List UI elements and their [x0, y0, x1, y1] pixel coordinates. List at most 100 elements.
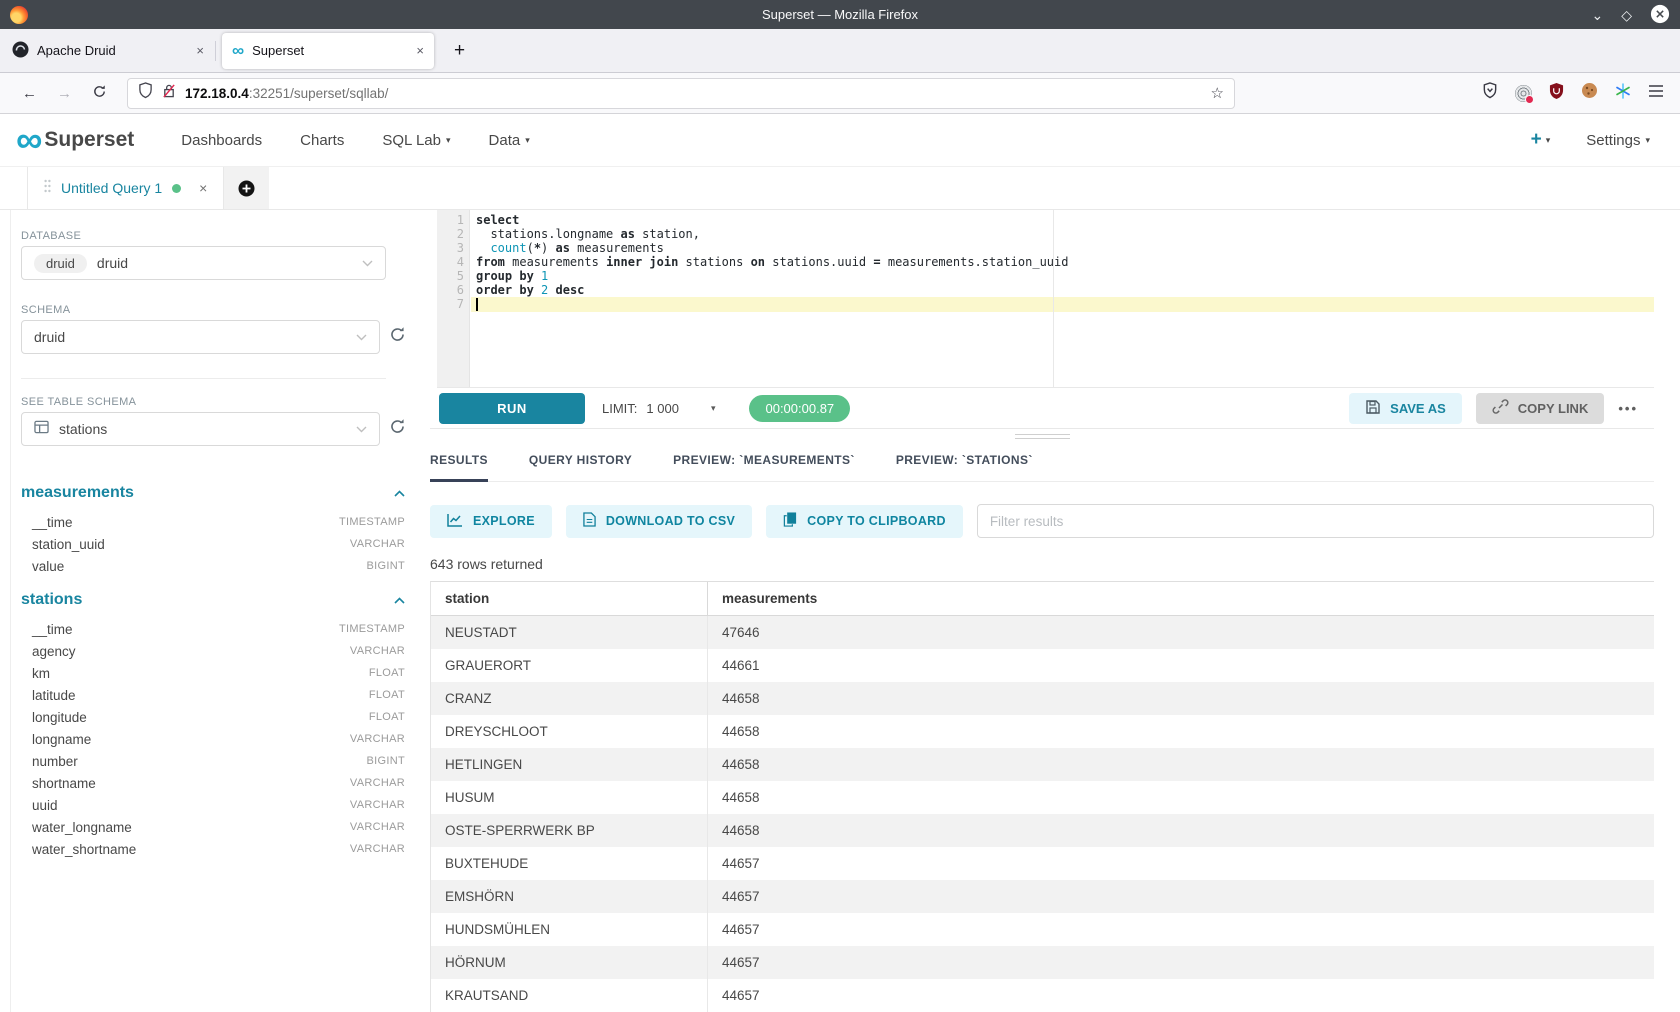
chevron-down-icon: ▾ [711, 403, 716, 414]
cell-measurements: 44661 [708, 649, 1654, 682]
tab-preview-measurements[interactable]: PREVIEW: `MEASUREMENTS` [673, 453, 855, 482]
tab-results[interactable]: RESULTS [430, 453, 488, 482]
editor-code[interactable]: select stations.longname as station, cou… [470, 210, 1654, 387]
chevron-down-icon [362, 260, 373, 267]
save-as-button[interactable]: SAVE AS [1349, 393, 1462, 424]
query-tab-untitled-query-1[interactable]: Untitled Query 1 × [27, 167, 224, 209]
cell-measurements: 47646 [708, 616, 1654, 649]
table-row[interactable]: CRANZ44658 [431, 682, 1654, 715]
column-row: water_longnameVARCHAR [21, 816, 405, 838]
column-type: VARCHAR [350, 843, 405, 855]
drag-grip-icon [44, 179, 51, 198]
browser-urlbar: ← → 172.18.0.4:32251/superset/sqllab/ ☆ [0, 73, 1680, 114]
table-row[interactable]: KRAUTSAND44657 [431, 979, 1654, 1012]
back-button[interactable]: ← [22, 85, 37, 102]
cell-station: HUSUM [431, 781, 708, 814]
add-query-tab-button[interactable] [224, 167, 269, 209]
superset-favicon-icon: ∞ [232, 42, 244, 59]
window-maximize-icon[interactable]: ◇ [1621, 8, 1632, 22]
table-row[interactable]: GRAUERORT44661 [431, 649, 1654, 682]
cell-measurements: 44658 [708, 814, 1654, 847]
table-row[interactable]: OSTE-SPERRWERK BP44658 [431, 814, 1654, 847]
column-name: shortname [32, 776, 96, 791]
column-type: VARCHAR [350, 538, 405, 550]
table-section-header-stations[interactable]: stations [21, 591, 405, 609]
extension-shield-icon[interactable] [1482, 82, 1498, 104]
browser-tab-apache-druid[interactable]: Apache Druid × [2, 33, 214, 69]
reload-button[interactable] [92, 84, 107, 103]
cell-station: DREYSCHLOOT [431, 715, 708, 748]
nav-item-sql-lab[interactable]: SQL Lab▾ [382, 132, 450, 149]
chevron-up-icon[interactable] [394, 591, 405, 609]
tab-close-icon[interactable]: × [196, 43, 204, 58]
table-row[interactable]: EMSHÖRN44657 [431, 880, 1654, 913]
table-grid-icon [34, 420, 49, 439]
profile-avatar-icon[interactable] [1515, 85, 1532, 102]
refresh-schemas-icon[interactable] [389, 326, 406, 348]
superset-logo[interactable]: ∞ Superset [16, 125, 134, 155]
pane-splitter[interactable] [430, 428, 1654, 443]
column-name: uuid [32, 798, 58, 813]
tracking-shield-icon[interactable] [138, 82, 153, 104]
code-line: order by 2 desc [476, 283, 1654, 297]
insecure-lock-icon[interactable] [162, 83, 176, 104]
code-line: from measurements inner join stations on… [476, 255, 1654, 269]
copy-link-button[interactable]: COPY LINK [1476, 393, 1605, 424]
database-select[interactable]: druid druid [21, 246, 386, 280]
column-name: km [32, 666, 50, 681]
column-header-station[interactable]: station [431, 582, 708, 615]
more-options-icon[interactable]: ••• [1618, 401, 1638, 416]
settings-menu-button[interactable]: Settings▾ [1586, 132, 1650, 149]
hamburger-menu-icon[interactable] [1648, 84, 1664, 103]
tab-close-icon[interactable]: × [416, 43, 424, 58]
column-name: longname [32, 732, 91, 747]
bookmark-star-icon[interactable]: ☆ [1211, 84, 1224, 102]
table-schema-select[interactable]: stations [21, 412, 380, 446]
table-row[interactable]: HUNDSMÜHLEN44657 [431, 913, 1654, 946]
table-row[interactable]: BUXTEHUDE44657 [431, 847, 1654, 880]
copy-clipboard-button[interactable]: COPY TO CLIPBOARD [766, 505, 963, 538]
chevron-up-icon[interactable] [394, 484, 405, 502]
run-button[interactable]: RUN [439, 393, 585, 424]
refresh-tables-icon[interactable] [389, 418, 406, 440]
nav-item-charts[interactable]: Charts [300, 132, 344, 149]
table-row[interactable]: NEUSTADT47646 [431, 616, 1654, 649]
tab-preview-stations[interactable]: PREVIEW: `STATIONS` [896, 453, 1033, 482]
snowflake-extension-icon[interactable] [1615, 83, 1631, 104]
table-row[interactable]: HÖRNUM44657 [431, 946, 1654, 979]
window-close-icon[interactable] [1650, 4, 1670, 26]
tab-query-history[interactable]: QUERY HISTORY [529, 453, 632, 482]
cookie-extension-icon[interactable] [1581, 82, 1598, 104]
explore-button[interactable]: EXPLORE [430, 505, 552, 538]
download-csv-button[interactable]: DOWNLOAD TO CSV [566, 505, 752, 538]
query-tab-close-icon[interactable]: × [199, 180, 207, 196]
superset-logo-icon: ∞ [16, 125, 40, 155]
cell-station: NEUSTADT [431, 616, 708, 649]
filter-results-input[interactable] [977, 504, 1654, 538]
nav-item-dashboards[interactable]: Dashboards [181, 132, 262, 149]
column-name: __time [32, 515, 73, 530]
gutter-line-number: 3 [437, 241, 464, 255]
column-row: station_uuidVARCHAR [21, 533, 405, 555]
new-tab-button[interactable]: + [446, 40, 473, 62]
url-field[interactable]: 172.18.0.4:32251/superset/sqllab/ ☆ [127, 78, 1235, 109]
limit-dropdown[interactable]: LIMIT: 1 000 ▾ [602, 401, 715, 416]
table-row[interactable]: HETLINGEN44658 [431, 748, 1654, 781]
new-item-menu-button[interactable]: +▾ [1531, 129, 1551, 151]
druid-favicon-icon [12, 41, 29, 61]
browser-tab-superset[interactable]: ∞ Superset × [222, 33, 434, 69]
cell-station: BUXTEHUDE [431, 847, 708, 880]
table-row[interactable]: HUSUM44658 [431, 781, 1654, 814]
column-type: BIGINT [367, 755, 405, 767]
forward-button[interactable]: → [57, 85, 72, 102]
chevron-down-icon: ▾ [525, 135, 530, 146]
sql-editor[interactable]: 1234567 select stations.longname as stat… [437, 210, 1654, 388]
ublock-shield-icon[interactable] [1549, 83, 1564, 104]
code-line: select [476, 213, 1654, 227]
schema-select[interactable]: druid [21, 320, 380, 354]
nav-item-data[interactable]: Data▾ [489, 132, 530, 149]
table-row[interactable]: DREYSCHLOOT44658 [431, 715, 1654, 748]
column-header-measurements[interactable]: measurements [708, 582, 1654, 615]
table-section-header-measurements[interactable]: measurements [21, 484, 405, 502]
window-minimize-icon[interactable]: ⌄ [1591, 8, 1603, 22]
